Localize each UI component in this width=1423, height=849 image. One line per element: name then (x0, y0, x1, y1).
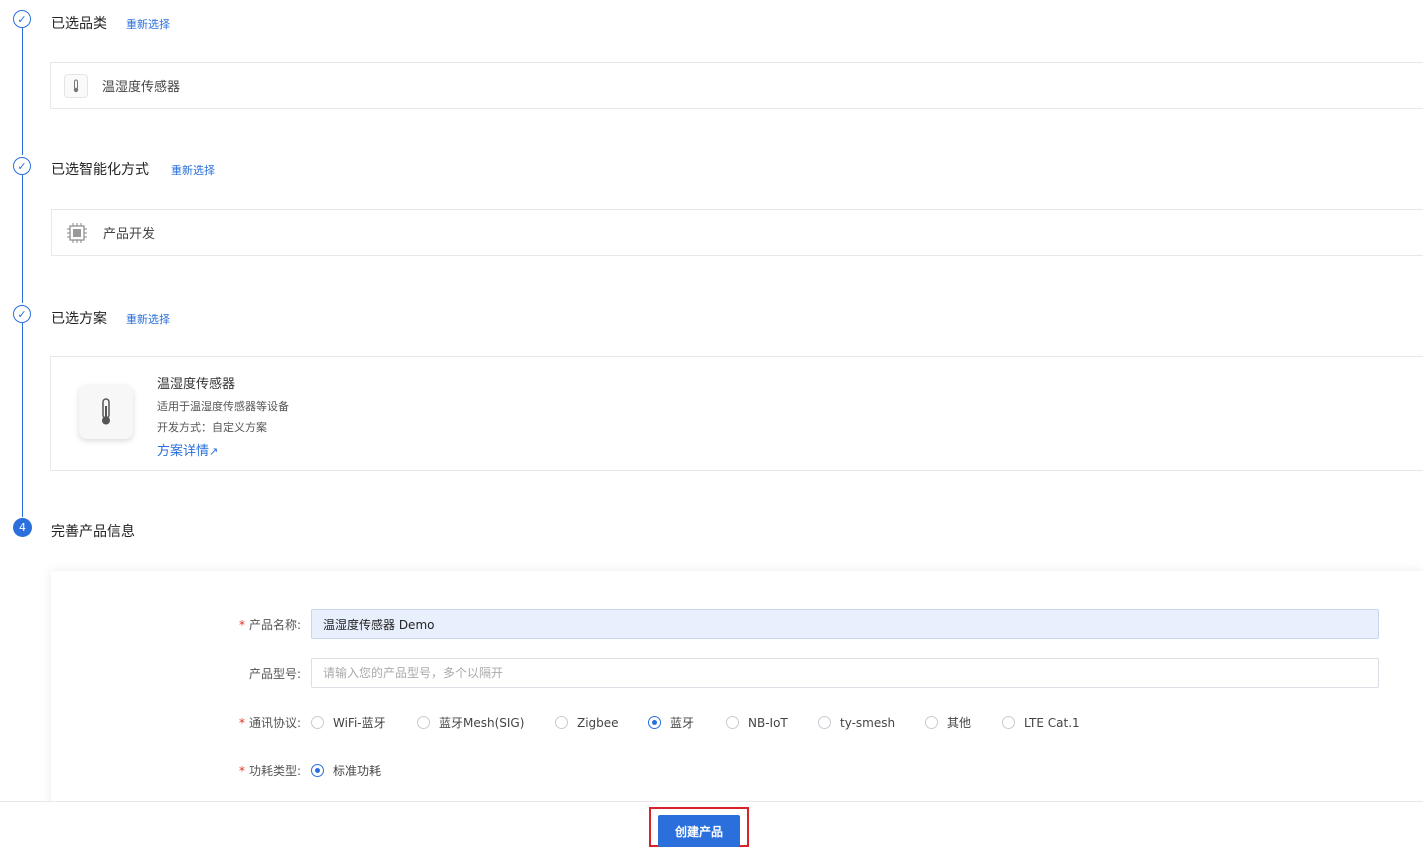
reselect-method-link[interactable]: 重新选择 (171, 162, 215, 178)
required-mark: * (238, 764, 245, 778)
protocol-option-label: 其他 (947, 716, 972, 730)
protocol-radio[interactable]: 其他 (925, 714, 1002, 731)
protocol-option-label: 蓝牙Mesh(SIG) (439, 716, 525, 730)
product-model-input[interactable] (311, 658, 1379, 688)
plan-detail-label: 方案详情 (157, 444, 210, 459)
product-info-form: *产品名称: 产品型号: *通讯协议: WiFi-蓝牙 蓝牙Mesh(SIG) … (51, 571, 1423, 811)
plan-detail-link[interactable]: 方案详情↗ (157, 440, 289, 459)
selected-method-card: 产品开发 (51, 209, 1423, 256)
chip-icon (65, 221, 89, 245)
radio-button[interactable] (417, 716, 430, 729)
step-complete-icon: ✓ (13, 157, 31, 175)
plan-dev-method: 开发方式：自定义方案 (157, 421, 267, 434)
step-number-badge: 4 (13, 518, 32, 537)
protocol-radio[interactable]: 蓝牙 (648, 714, 726, 731)
step-title-plan: 已选方案 (51, 311, 107, 327)
radio-button[interactable] (311, 716, 324, 729)
product-name-label: * 产品名称: (239, 616, 301, 633)
protocol-radio-group: WiFi-蓝牙 蓝牙Mesh(SIG) Zigbee 蓝牙 NB-IoT ty-… (311, 714, 1092, 731)
step-title-method: 已选智能化方式 (51, 162, 149, 178)
selected-plan-card: 温湿度传感器 适用于温湿度传感器等设备 开发方式：自定义方案 方案详情↗ (50, 356, 1423, 471)
product-model-label: 产品型号: (248, 667, 301, 681)
timeline-line (22, 323, 23, 517)
power-option-label: 标准功耗 (333, 764, 382, 778)
protocol-option-label: NB-IoT (748, 715, 788, 730)
form-row-model: 产品型号: (51, 658, 1423, 688)
radio-button[interactable] (818, 716, 831, 729)
form-row-protocol: * 通讯协议: WiFi-蓝牙 蓝牙Mesh(SIG) Zigbee 蓝牙 NB-… (51, 707, 1423, 737)
footer-bar: 创建产品 (0, 801, 1423, 849)
plan-name: 温湿度传感器 (157, 377, 236, 392)
step-complete-icon: ✓ (13, 305, 31, 323)
protocol-radio[interactable]: NB-IoT (726, 714, 818, 731)
protocol-option-label: LTE Cat.1 (1024, 715, 1080, 730)
form-row-name: * 产品名称: (51, 609, 1423, 639)
timeline-line (22, 28, 23, 155)
timeline-line (22, 175, 23, 303)
product-name-input[interactable] (311, 609, 1379, 639)
power-type-label: * 功耗类型: (239, 762, 301, 779)
protocol-option-label: Zigbee (577, 715, 619, 730)
radio-button[interactable] (726, 716, 739, 729)
reselect-category-link[interactable]: 重新选择 (126, 16, 170, 32)
step-title-info: 完善产品信息 (51, 524, 135, 540)
radio-button-selected[interactable] (648, 716, 661, 729)
category-name: 温湿度传感器 (102, 80, 181, 95)
power-type-label-text: 功耗类型: (248, 764, 301, 778)
protocol-radio[interactable]: ty-smesh (818, 714, 925, 731)
protocol-option-label: ty-smesh (840, 715, 896, 730)
radio-button[interactable] (1002, 716, 1015, 729)
reselect-plan-link[interactable]: 重新选择 (126, 311, 170, 327)
method-name: 产品开发 (103, 227, 156, 242)
protocol-radio[interactable]: 蓝牙Mesh(SIG) (417, 714, 555, 731)
protocol-label: * 通讯协议: (239, 714, 301, 731)
power-radio-group: 标准功耗 (311, 762, 381, 779)
protocol-radio[interactable]: Zigbee (555, 714, 648, 731)
selected-category-card: 温湿度传感器 (50, 62, 1423, 109)
radio-button[interactable] (555, 716, 568, 729)
thermometer-icon (64, 73, 88, 98)
product-name-label-text: 产品名称: (248, 618, 301, 632)
required-mark: * (238, 716, 245, 730)
create-product-button[interactable]: 创建产品 (658, 815, 740, 847)
protocol-radio[interactable]: LTE Cat.1 (1002, 714, 1092, 731)
highlight-box: 创建产品 (649, 807, 749, 847)
required-mark: * (238, 618, 245, 632)
radio-button-selected[interactable] (311, 764, 324, 777)
form-row-power: * 功耗类型: 标准功耗 (51, 755, 1423, 785)
protocol-radio[interactable]: WiFi-蓝牙 (311, 714, 417, 731)
step-title-category: 已选品类 (51, 16, 107, 32)
plan-description: 适用于温湿度传感器等设备 (157, 400, 289, 413)
protocol-option-label: WiFi-蓝牙 (333, 716, 386, 730)
power-radio[interactable]: 标准功耗 (311, 762, 381, 779)
external-link-icon: ↗ (209, 445, 219, 458)
thermometer-icon (79, 385, 133, 439)
radio-button[interactable] (925, 716, 938, 729)
protocol-option-label: 蓝牙 (670, 716, 695, 730)
step-complete-icon: ✓ (13, 10, 31, 28)
protocol-label-text: 通讯协议: (248, 716, 301, 730)
